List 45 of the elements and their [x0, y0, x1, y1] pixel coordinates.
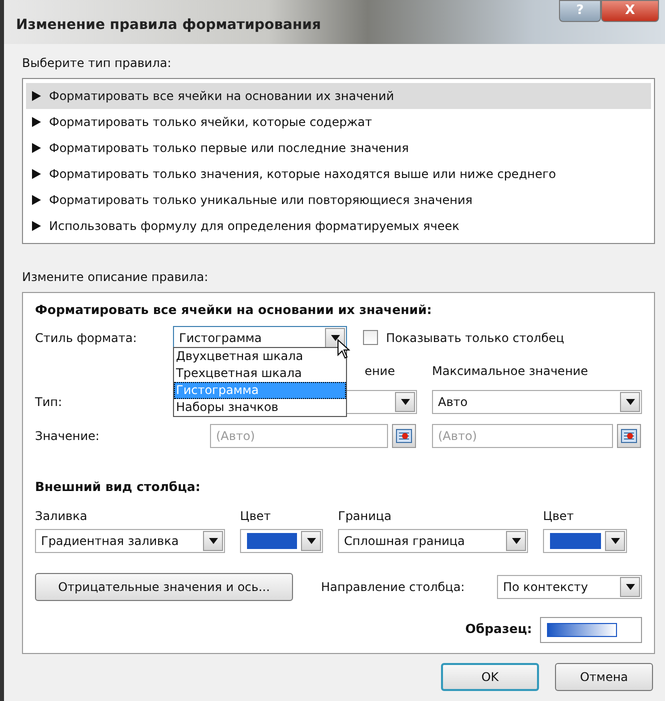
section-label: Выберите тип правила: — [22, 55, 172, 72]
field-label: Значение: — [35, 428, 100, 445]
close-button[interactable]: X — [601, 0, 659, 22]
triangle-icon — [32, 143, 41, 153]
dropdown-option[interactable]: Наборы значков — [174, 399, 346, 416]
negative-values-button[interactable]: Отрицательные значения и ось... — [35, 572, 293, 600]
section-label: Измените описание правила: — [22, 269, 210, 286]
preview-label: Образец: — [465, 620, 532, 638]
fill-select[interactable]: Градиентная заливка — [35, 528, 225, 552]
triangle-icon — [32, 195, 41, 205]
field-label: Граница — [338, 508, 392, 524]
column-header: Максимальное значение — [432, 362, 589, 380]
triangle-icon — [32, 221, 41, 231]
section-heading: Форматировать все ячейки на основании их значений: — [35, 301, 433, 319]
column-header: ение — [364, 362, 395, 380]
rule-type-item[interactable]: Форматировать только уникальные или повторяющиеся значения — [26, 187, 651, 213]
color-select[interactable] — [543, 528, 627, 552]
type-select[interactable]: Авто — [432, 390, 642, 414]
ok-button[interactable]: OK — [441, 662, 539, 690]
dropdown-option[interactable]: Трехцветная шкала — [174, 365, 346, 382]
field-label: Заливка — [35, 508, 88, 524]
rule-type-item[interactable]: Форматировать только значения, которые находятся выше или ниже среднего — [26, 161, 651, 187]
cell-reference-icon[interactable] — [392, 424, 416, 448]
section-heading: Внешний вид столбца: — [35, 478, 202, 496]
rule-type-item[interactable]: Форматировать только первые или последние значения — [26, 135, 651, 161]
field-label: Направление столбца: — [321, 578, 465, 596]
field-label: Стиль формата: — [35, 330, 138, 347]
preview-bar-drawing — [547, 622, 617, 636]
border-select[interactable]: Сплошная граница — [338, 528, 528, 552]
field-label: Цвет — [543, 508, 575, 524]
rule-type-item[interactable]: Форматировать только ячейки, которые содержат — [26, 109, 651, 135]
checkbox-label: Показывать только столбец — [386, 330, 564, 347]
triangle-icon — [32, 169, 41, 179]
window-title: Изменение правила форматирования — [16, 16, 321, 35]
rule-type-item[interactable]: Использовать формулу для определения форматируемых ячеек — [26, 213, 651, 239]
direction-select[interactable]: По контексту — [497, 574, 642, 598]
rule-type-item[interactable]: Форматировать все ячейки на основании их значений — [26, 83, 651, 109]
cell-reference-icon[interactable] — [617, 424, 641, 448]
triangle-icon — [32, 117, 41, 127]
triangle-icon — [32, 91, 41, 101]
field-label: Цвет — [240, 508, 272, 524]
color-select[interactable] — [240, 528, 323, 552]
format-style-select[interactable]: Гистограмма — [173, 326, 347, 350]
checkbox[interactable] — [363, 330, 378, 346]
cancel-button[interactable]: Отмена — [555, 662, 653, 690]
